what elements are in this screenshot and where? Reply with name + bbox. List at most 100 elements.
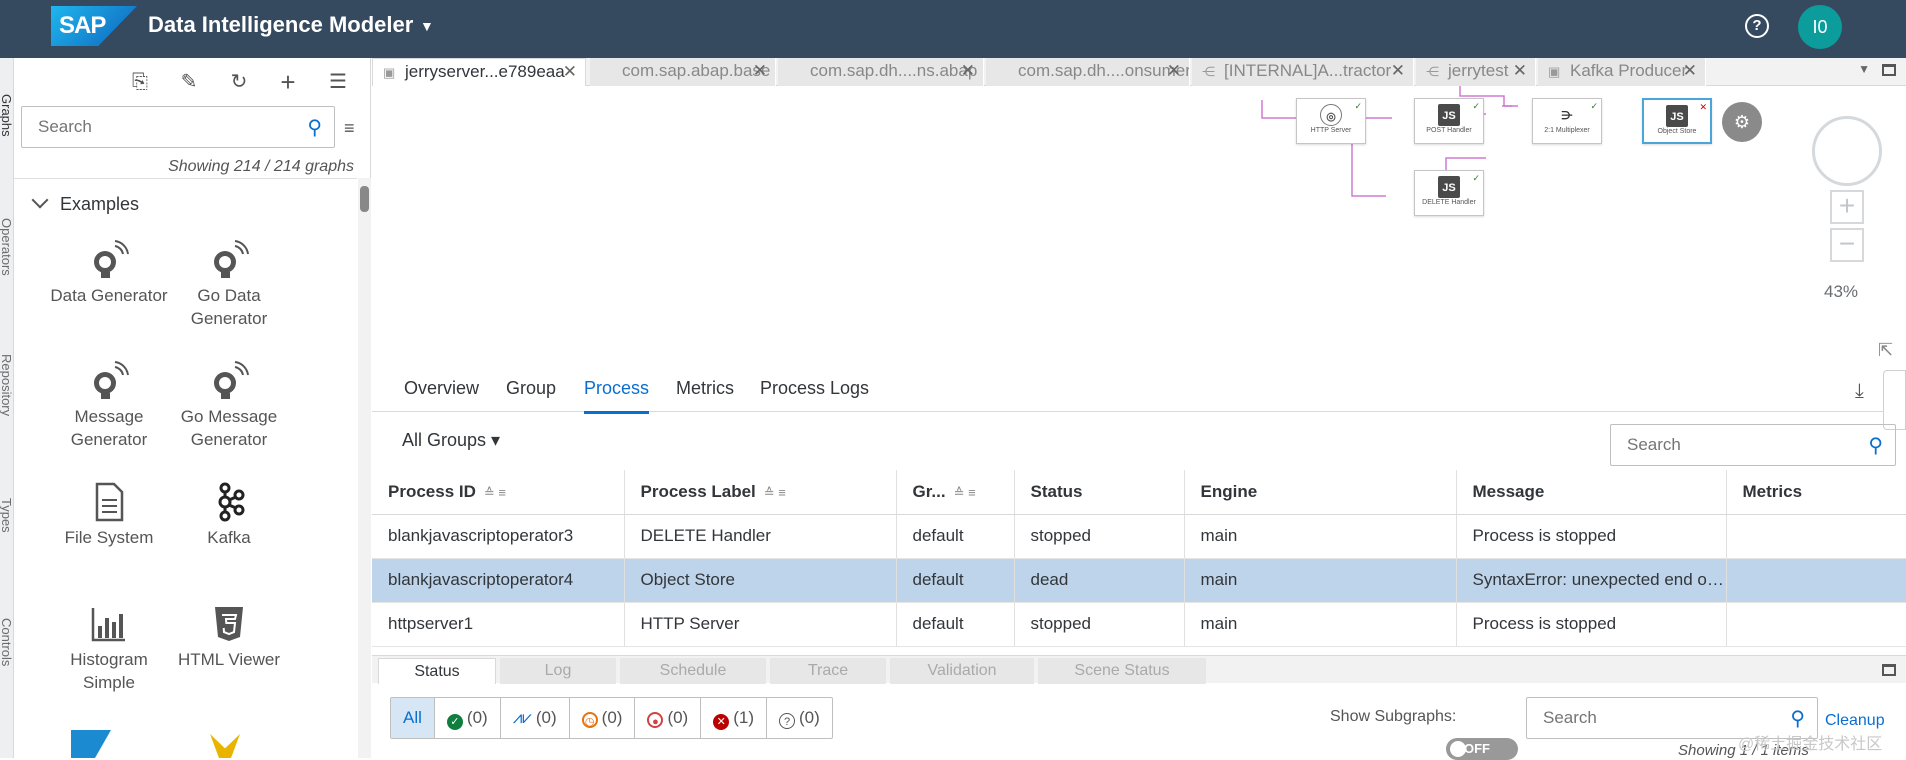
scrollbar-thumb[interactable] [360,186,369,212]
col-status[interactable]: Status [1014,470,1185,515]
tab-overview[interactable]: Overview [404,378,479,399]
groups-dropdown[interactable]: All Groups ▾ [402,430,500,451]
col-group[interactable]: Gr... ≙ ≡ [896,470,1015,515]
tab-metrics[interactable]: Metrics [676,378,734,399]
tile-go-data-generator[interactable]: Go Data Generator [164,240,294,330]
col-message[interactable]: Message [1456,470,1727,515]
check-icon: ✓ [1354,101,1362,111]
filter-stopped[interactable]: ● (0) [635,698,702,738]
process-search[interactable]: ⚲ [1610,424,1896,466]
table-row[interactable]: blankjavascriptoperator4 Object Store de… [372,558,1906,603]
zoom-out-button[interactable]: − [1830,228,1864,262]
close-icon[interactable]: ✕ [563,59,577,85]
sap-logo[interactable]: SAP [51,6,137,46]
tab-schedule[interactable]: Schedule [620,658,766,684]
maximize-icon[interactable] [1882,664,1896,676]
filter-ok[interactable]: ✓ (0) [435,698,501,738]
sort-icon[interactable]: ≙ ≡ [484,485,506,500]
collapse-icon[interactable]: ⇱ [1878,340,1893,361]
tab-jerrytest[interactable]: ⋲ jerrytest ✕ [1416,58,1536,86]
maximize-icon[interactable] [1882,64,1896,76]
table-row[interactable]: httpserver1 HTTP Server default stopped … [372,602,1906,647]
cell-message: SyntaxError: unexpected end of ... [1456,558,1727,603]
edit-icon[interactable]: ✎ [177,70,201,94]
tab-dh-onsumer[interactable]: com.sap.dh....onsumer ✕ [986,58,1190,86]
avatar[interactable]: I0 [1798,5,1842,49]
tab-status[interactable]: Status [378,658,496,684]
close-icon[interactable]: ✕ [1391,58,1405,84]
close-icon[interactable]: ✕ [1513,58,1527,84]
tile-html-viewer[interactable]: HTML Viewer [164,604,294,671]
node-http-server[interactable]: ✓ ◎ HTTP Server [1296,98,1366,144]
tab-jerryserver[interactable]: ▣ jerryserver...e789eaa ✕ [372,58,586,86]
tile-go-message-generator[interactable]: Go Message Generator [164,361,294,451]
tab-kafka-producer[interactable]: ▣ Kafka Producer ✕ [1538,58,1706,86]
download-icon[interactable]: ⤓ [1855,380,1864,403]
col-metrics[interactable]: Metrics [1726,470,1906,515]
list-view-icon[interactable]: ☰ [326,70,350,94]
tab-group[interactable]: Group [506,378,556,399]
graph-canvas[interactable]: ✓ ◎ HTTP Server ✓ JS POST Handler ✓ ⋺ 2:1 Mult… [372,86,1906,368]
sidebar-search[interactable]: ⚲ [21,106,335,148]
filter-running[interactable]: ⩘⩗ (0) [501,698,570,738]
col-process-id[interactable]: Process ID ≙ ≡ [372,470,625,515]
node-multiplexer[interactable]: ✓ ⋺ 2:1 Multiplexer [1532,98,1602,144]
close-icon[interactable]: ✕ [753,58,767,84]
settings-sliders-icon[interactable]: ⚙ [1722,102,1762,142]
help-icon[interactable]: ? [1745,14,1769,38]
tab-scene-status[interactable]: Scene Status [1038,658,1206,684]
refresh-icon[interactable]: ↻ [227,70,251,94]
zoom-in-button[interactable]: + [1830,190,1864,224]
tab-internal-tractor[interactable]: ⋲ [INTERNAL]A...tractor ✕ [1192,58,1414,86]
close-icon[interactable]: ✕ [1683,58,1697,84]
search-icon[interactable]: ⚲ [1790,706,1805,731]
tile-kafka[interactable]: Kafka [164,482,294,549]
filter-all[interactable]: All [391,698,435,738]
tab-trace[interactable]: Trace [770,658,886,684]
tile-data-generator[interactable]: Data Generator [44,240,174,307]
cell-engine: main [1184,602,1457,647]
node-post-handler[interactable]: ✓ JS POST Handler [1414,98,1484,144]
close-icon[interactable]: ✕ [961,58,975,84]
add-icon[interactable]: + [276,69,300,95]
filter-error[interactable]: ✕ (1) [701,698,767,738]
tab-process-logs[interactable]: Process Logs [760,378,869,399]
cell-message: Process is stopped [1456,602,1727,647]
tab-validation[interactable]: Validation [890,658,1034,684]
node-delete-handler[interactable]: ✓ JS DELETE Handler [1414,170,1484,216]
cleanup-link[interactable]: Cleanup [1825,712,1885,730]
search-icon[interactable]: ⚲ [307,115,322,140]
filter-unknown[interactable]: ? (0) [767,698,832,738]
search-input[interactable] [1527,698,1767,738]
tab-abap-base[interactable]: com.sap.abap.base ✕ [590,58,776,86]
col-engine[interactable]: Engine [1184,470,1457,515]
sort-icon[interactable]: ≙ ≡ [954,485,976,500]
filter-icon[interactable]: ≡ [344,118,355,139]
javascript-icon: JS [1438,104,1460,126]
filter-pending[interactable]: ◷ (0) [570,698,636,738]
cell-process-id: blankjavascriptoperator3 [372,514,625,559]
subgraphs-toggle[interactable]: OFF [1446,738,1518,760]
import-icon[interactable]: ⎘ [128,70,152,94]
tab-dh-ns-abap[interactable]: com.sap.dh....ns.abap ✕ [778,58,984,86]
search-input[interactable] [1611,425,1841,465]
chevron-down-icon[interactable]: ▼ [420,18,434,34]
col-process-label[interactable]: Process Label ≙ ≡ [624,470,897,515]
tab-log[interactable]: Log [500,658,616,684]
sidebar-scrollbar[interactable] [358,178,371,758]
graphs-sidebar: ⎘ ✎ ↻ + ☰ ⚲ ≡ Showing 214 / 214 graphs E… [14,58,371,758]
pan-control[interactable] [1812,116,1882,186]
section-examples[interactable]: Examples [31,191,139,215]
tabs-overflow-icon[interactable]: ▼ [1858,62,1870,76]
table-row[interactable]: blankjavascriptoperator3 DELETE Handler … [372,514,1906,559]
tile-file-system[interactable]: File System [44,482,174,549]
sort-icon[interactable]: ≙ ≡ [764,485,786,500]
tile-message-generator[interactable]: Message Generator [44,361,174,451]
app-title[interactable]: Data Intelligence Modeler [148,12,413,38]
search-input[interactable] [22,107,282,147]
tile-histogram-simple[interactable]: Histogram Simple [44,604,174,694]
tab-process[interactable]: Process [584,378,650,414]
search-icon[interactable]: ⚲ [1868,433,1883,458]
node-object-store[interactable]: ✕ JS Object Store [1642,98,1712,144]
close-icon[interactable]: ✕ [1167,58,1181,84]
